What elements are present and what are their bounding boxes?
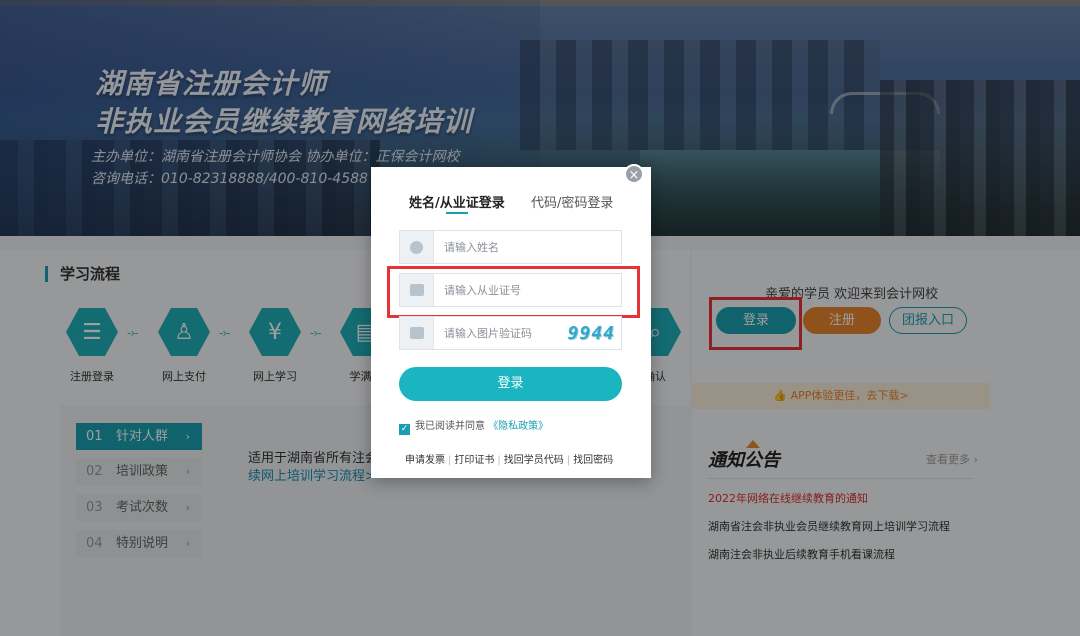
separator: | [448,455,452,466]
tab-code-password-login[interactable]: 代码/密码登录 [531,192,613,211]
apply-invoice-link[interactable]: 申请发票 [405,455,445,466]
agree-checkbox[interactable]: ✓ [399,424,410,435]
image-icon [400,317,434,349]
captcha-image[interactable]: 9944 [568,323,615,344]
tab-name-cert-login[interactable]: 姓名/从业证登录 [409,192,505,211]
recover-password-link[interactable]: 找回密码 [573,455,613,466]
print-certificate-link[interactable]: 打印证书 [454,455,494,466]
close-icon[interactable]: × [624,164,644,184]
tab-underline [446,212,468,214]
separator: | [566,455,571,466]
cert-highlight-box [387,266,640,318]
privacy-policy-link[interactable]: 《隐私政策》 [488,421,548,432]
submit-login-button[interactable]: 登录 [399,367,622,401]
recover-student-code-link[interactable]: 找回学员代码 [504,455,564,466]
captcha-field[interactable]: 9944 [399,316,622,350]
modal-links: 申请发票 | 打印证书 | 找回学员代码 | 找回密码 [405,451,613,466]
separator: | [497,455,501,466]
user-icon [400,231,434,263]
name-field[interactable] [399,230,622,264]
name-input[interactable] [444,239,594,256]
agreement: ✓ 我已阅读并同意 《隐私政策》 [399,417,548,435]
agree-text: 我已阅读并同意 [415,421,485,432]
